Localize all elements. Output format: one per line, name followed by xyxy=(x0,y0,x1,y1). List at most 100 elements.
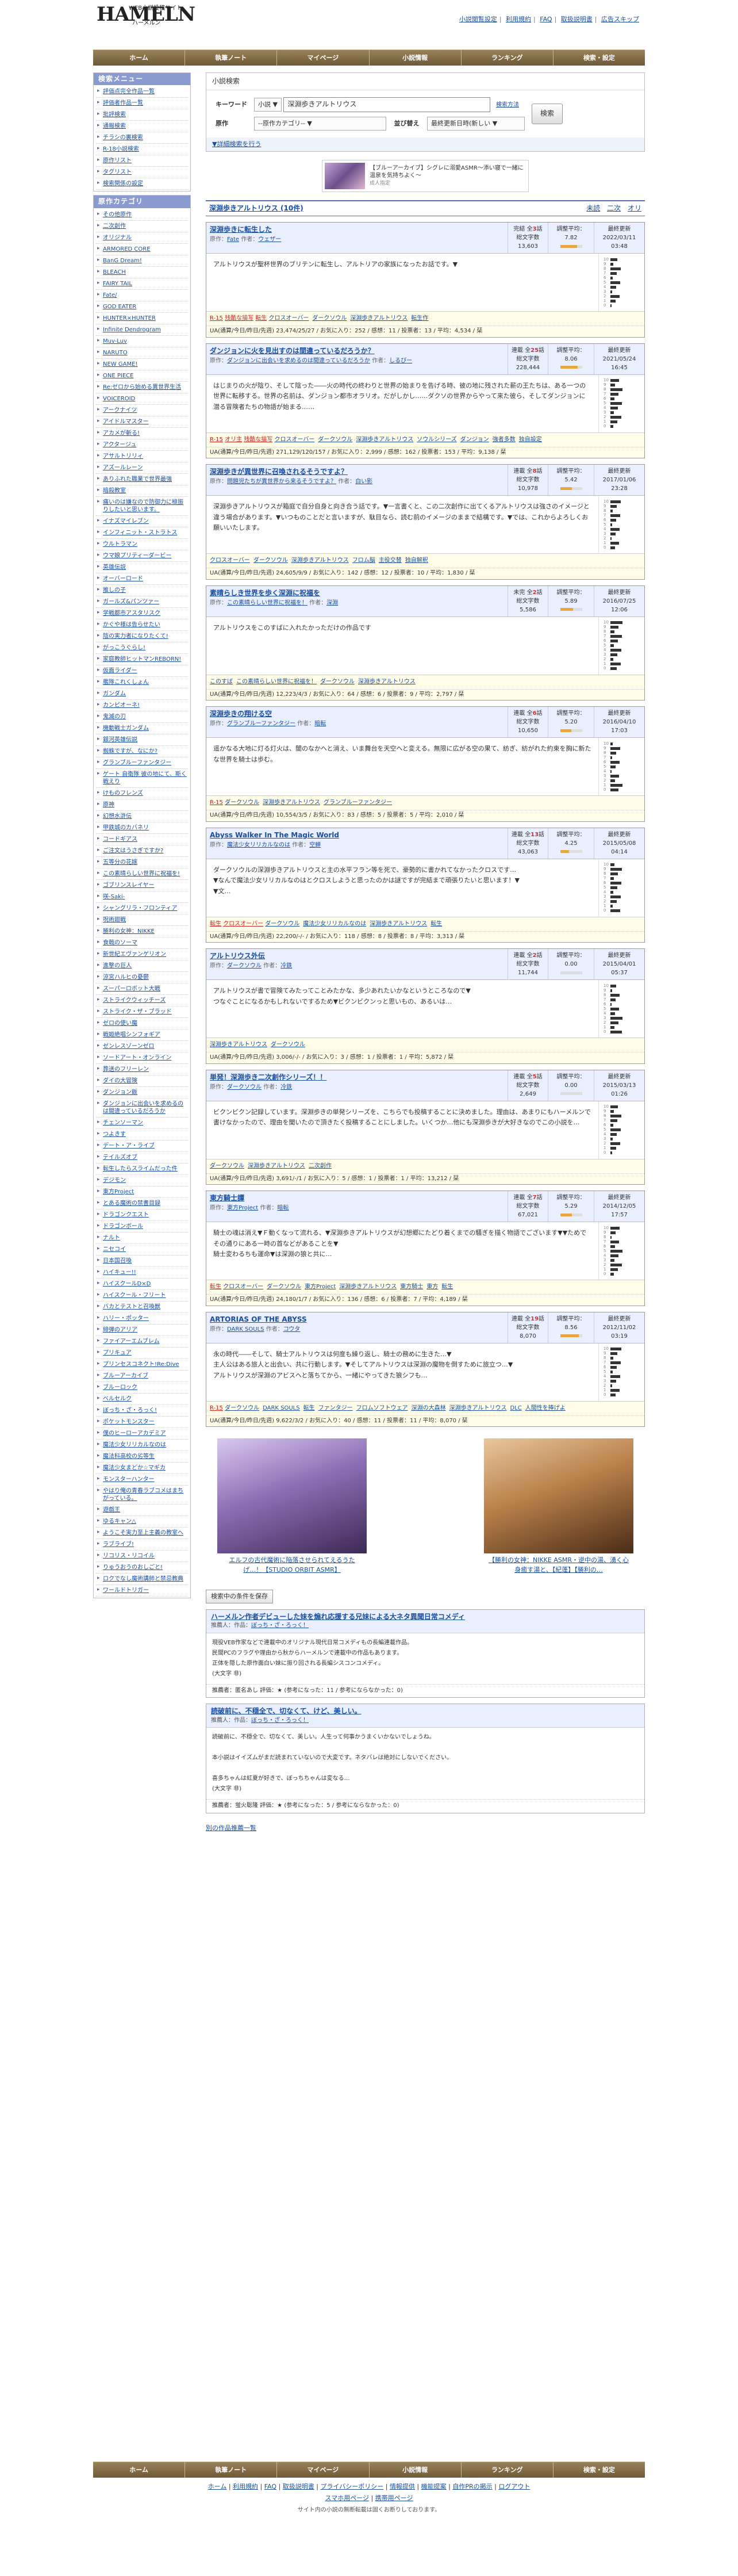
tag-link[interactable]: ダークソウル xyxy=(271,1042,305,1048)
nav-notebook[interactable]: 執筆ノート xyxy=(185,50,278,66)
sidebar-category-item[interactable]: ウルトラマン xyxy=(96,539,188,550)
sidebar-category-item[interactable]: 僕のヒーローアカデミア xyxy=(96,1428,188,1440)
footer-link[interactable]: FAQ xyxy=(264,2483,276,2490)
tag-link[interactable]: ダークソウル xyxy=(253,557,288,564)
author-link[interactable]: 白い影 xyxy=(355,479,372,485)
sidebar-category-item[interactable]: NEW GAME! xyxy=(96,359,188,370)
recommendation-title[interactable]: ハーメルン作者デビューした妹を煽れ応援する兄妹による大ネタ異聞日常コメディ xyxy=(211,1612,640,1622)
bottom-ad-1[interactable]: エルフの古代魔術に陥落させられてえるうたげ…！【STUDIO ORBIT ASM… xyxy=(217,1438,367,1577)
sidebar-category-item[interactable]: 食戟のソーマ xyxy=(96,937,188,949)
sidebar-category-item[interactable]: ダイの大冒険 xyxy=(96,1075,188,1087)
sidebar-category-item[interactable]: 緋弾のアリア xyxy=(96,1325,188,1336)
author-link[interactable]: 冷鉄 xyxy=(280,1084,292,1090)
sidebar-category-item[interactable]: ゆるキャン△ xyxy=(96,1516,188,1528)
sidebar-category-item[interactable]: りゅうおうのおしごと! xyxy=(96,1562,188,1574)
author-link[interactable]: 暗転 xyxy=(277,1205,289,1211)
sidebar-category-item[interactable]: BanG Dream! xyxy=(96,255,188,267)
gensaku-link[interactable]: グランブルーファンタジー xyxy=(227,721,295,727)
tag-link[interactable]: ダークソウル xyxy=(267,1284,301,1290)
sidebar-category-item[interactable]: 東方Project xyxy=(96,1186,188,1198)
sidebar-category-item[interactable]: ぼっち・ざ・ろっく! xyxy=(96,1405,188,1417)
keyword-input[interactable]: 深淵歩きアルトリウス xyxy=(283,97,491,112)
sidebar-category-item[interactable]: テイルズオブ xyxy=(96,1152,188,1163)
sidebar-category-item[interactable]: かぐや様は告らせたい xyxy=(96,619,188,631)
tag-link[interactable]: R-15 xyxy=(210,1405,223,1411)
sidebar-category-item[interactable]: ハイスクールD×D xyxy=(96,1279,188,1290)
tag-link[interactable]: ダンジョン xyxy=(460,437,489,443)
sidebar-category-item[interactable]: 進撃の巨人 xyxy=(96,960,188,972)
detail-search-link[interactable]: ▼詳細検索を行う xyxy=(212,140,261,148)
sidebar-category-item[interactable]: カンピオーネ! xyxy=(96,700,188,711)
sidebar-category-item[interactable]: 魔法少女まどか☆マギカ xyxy=(96,1463,188,1474)
sidebar-category-item[interactable]: ロクでなし魔術講師と禁忌教典 xyxy=(96,1574,188,1585)
sidebar-category-item[interactable]: ダンジョンに出会いを求めるのは間違っているだろうか xyxy=(96,1098,188,1117)
footer-link[interactable]: 利用規約 xyxy=(233,2483,258,2490)
sidebar-category-item[interactable]: Fate/ xyxy=(96,290,188,301)
gensaku-select[interactable]: --原作カテゴリ-- ▼ xyxy=(254,116,386,131)
sidebar-category-item[interactable]: Infinite Dendrogram xyxy=(96,324,188,336)
sidebar-category-item[interactable]: ありふれた職業で世界最強 xyxy=(96,474,188,485)
bottom-ad-2[interactable]: 【勝利の女神：NIKKE ASMR・逆中の湯、湧く心身癒す湯と、【紀蓬】【勝利の… xyxy=(484,1438,633,1577)
tag-link[interactable]: ダークソウル xyxy=(225,799,259,806)
results-title[interactable]: 深淵歩きアルトリウス (10件) xyxy=(209,204,303,213)
sidebar-category-item[interactable]: イナズマイレブン xyxy=(96,516,188,527)
tag-link[interactable]: フロムソフトウェア xyxy=(356,1405,408,1411)
sidebar-search-item[interactable]: 原作リスト xyxy=(96,155,188,167)
tag-link[interactable]: オリ主 xyxy=(225,437,242,443)
sidebar-category-item[interactable]: 甲鉄城のカバネリ xyxy=(96,822,188,834)
sidebar-category-item[interactable]: 学戦都市アスタリスク xyxy=(96,608,188,619)
toplink-terms[interactable]: 利用規約 xyxy=(506,16,531,23)
sidebar-category-item[interactable]: ONE PIECE xyxy=(96,370,188,382)
sidebar-search-item[interactable]: R-18小説検索 xyxy=(96,144,188,156)
sidebar-category-item[interactable]: 原神 xyxy=(96,799,188,811)
tag-link[interactable]: ファンタジー xyxy=(318,1405,353,1411)
tag-link[interactable]: 魔法少女リリカルなのは xyxy=(303,921,366,927)
sidebar-category-item[interactable]: ドラゴンボール xyxy=(96,1221,188,1233)
sidebar-category-item[interactable]: 涼宮ハルヒの憂鬱 xyxy=(96,972,188,983)
nav-search[interactable]: 検索・設定 xyxy=(554,2462,645,2478)
tag-link[interactable]: DLC xyxy=(510,1405,522,1411)
sidebar-category-item[interactable]: 仮面ライダー xyxy=(96,665,188,677)
sidebar-category-item[interactable]: チェンソーマン xyxy=(96,1117,188,1129)
footer-link[interactable]: 機能提案 xyxy=(421,2483,447,2490)
sidebar-category-item[interactable]: ニセコイ xyxy=(96,1244,188,1256)
footer-mobile-link[interactable]: スマホ用ページ xyxy=(325,2494,369,2502)
author-link[interactable]: 暗転 xyxy=(314,721,326,727)
tag-link[interactable]: クロスオーバー xyxy=(223,921,263,927)
tag-link[interactable]: ダークソウル xyxy=(265,921,299,927)
sidebar-category-item[interactable]: ハイキュー!! xyxy=(96,1267,188,1279)
novel-title[interactable]: アルトリウス外伝 xyxy=(210,951,504,961)
tag-link[interactable]: 東方Project xyxy=(305,1284,336,1290)
tag-link[interactable]: 転生作 xyxy=(411,315,428,321)
sidebar-category-item[interactable]: ソードアート・オンライン xyxy=(96,1052,188,1064)
footer-mobile-link[interactable]: 携帯用ページ xyxy=(375,2494,413,2502)
tag-link[interactable]: クロスオーバー xyxy=(274,437,314,443)
gensaku-link[interactable]: この素晴らしい世界に祝福を！ xyxy=(227,600,308,606)
sidebar-category-item[interactable]: Muv-Luv xyxy=(96,336,188,347)
sidebar-category-item[interactable]: つよきす xyxy=(96,1129,188,1140)
gensaku-link[interactable]: 東方Project xyxy=(227,1205,258,1211)
nav-novel-info[interactable]: 小説情報 xyxy=(370,50,462,66)
sidebar-category-item[interactable]: その他原作 xyxy=(96,209,188,221)
sidebar-category-item[interactable]: 五等分の花嫁 xyxy=(96,857,188,868)
tag-link[interactable]: 深淵歩きアルトリウス xyxy=(210,1042,267,1048)
sidebar-category-item[interactable]: 勝利の女神：NIKKE xyxy=(96,926,188,937)
footer-link[interactable]: プライバシーポリシー xyxy=(320,2483,383,2490)
sidebar-category-item[interactable]: けものフレンズ xyxy=(96,788,188,799)
sidebar-category-item[interactable]: ナルト xyxy=(96,1233,188,1244)
sidebar-category-item[interactable]: 陰の実力者になりたくて! xyxy=(96,631,188,642)
keyword-scope-select[interactable]: 小説 ▼ xyxy=(254,98,282,112)
gensaku-link[interactable]: ダークソウル xyxy=(227,1084,262,1090)
sidebar-search-item[interactable]: チラシの裏検索 xyxy=(96,132,188,144)
sidebar-category-item[interactable]: FAIRY TAIL xyxy=(96,278,188,290)
tag-link[interactable]: 独自設定 xyxy=(519,437,542,443)
site-logo[interactable]: HAMELN WEB小説投稿サイト ハーメルン xyxy=(97,3,195,26)
author-link[interactable]: しるびー xyxy=(389,358,412,364)
sidebar-category-item[interactable]: デート・ア・ライブ xyxy=(96,1140,188,1152)
sidebar-category-item[interactable]: 呪術廻戦 xyxy=(96,914,188,926)
tag-link[interactable]: クロスオーバー xyxy=(210,557,250,564)
top-ad-banner[interactable]: 【ブルーアーカイブ】シグレに溺愛ASMR〜添い寝で一緒に温泉を気持ちよく〜 成人… xyxy=(322,159,529,192)
sidebar-category-item[interactable]: ゲート 自衛隊 彼の地にて、斯く戦えり xyxy=(96,769,188,788)
tag-link[interactable]: 深淵歩きアルトリウス xyxy=(449,1405,507,1411)
tag-link[interactable]: 深淵歩きアルトリウス xyxy=(356,437,413,443)
